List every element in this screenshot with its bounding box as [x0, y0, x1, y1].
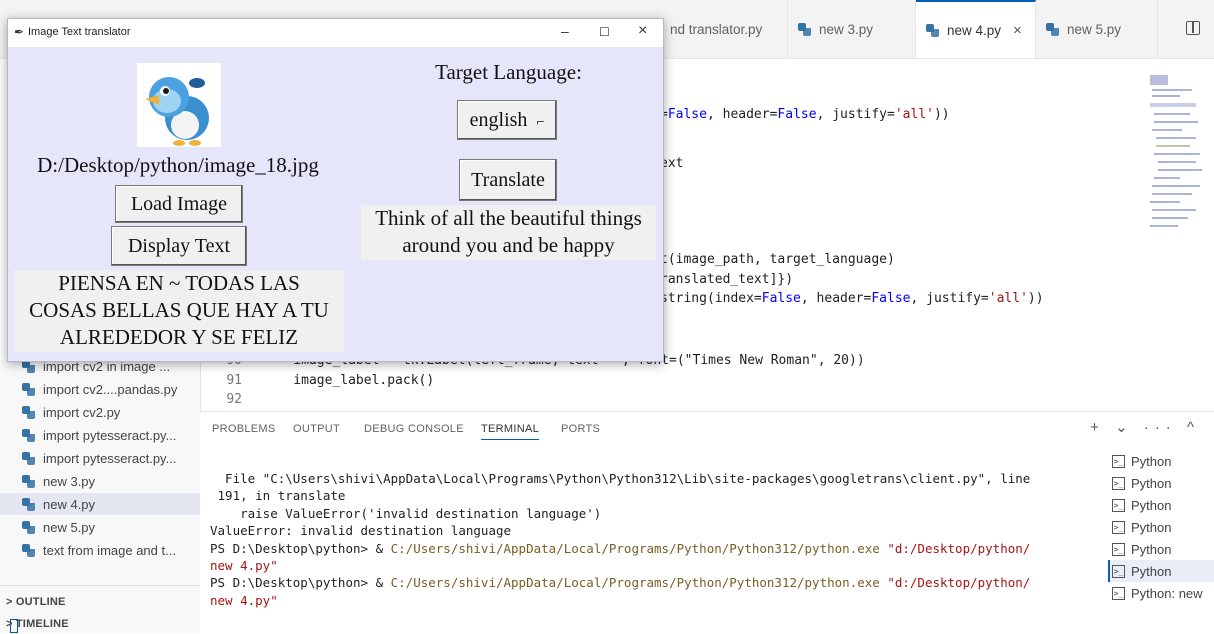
- python-file-icon: [798, 22, 811, 36]
- divider: [0, 585, 200, 586]
- tab-translator[interactable]: nd translator.py: [660, 0, 788, 58]
- tab-ports[interactable]: PORTS: [561, 423, 600, 435]
- image-path-label: D:/Desktop/python/image_18.jpg: [37, 153, 319, 177]
- feather-icon: ✒: [14, 25, 25, 39]
- terminal-icon: >_: [1112, 520, 1125, 534]
- tab-terminal[interactable]: TERMINAL: [481, 423, 540, 440]
- file-item[interactable]: new 5.py: [22, 516, 95, 538]
- minimize-button[interactable]: –: [561, 23, 569, 39]
- tab-problems[interactable]: PROBLEMS: [212, 423, 276, 435]
- tab-label: new 4.py: [947, 22, 1002, 38]
- line-number: 92: [226, 392, 242, 407]
- file-item[interactable]: import cv2....pandas.py: [22, 378, 177, 400]
- python-file-icon: [22, 428, 35, 442]
- tab-label: nd translator.py: [670, 21, 763, 37]
- display-text-button[interactable]: Display Text: [111, 226, 247, 266]
- terminal-item[interactable]: >_ Python: new: [1108, 582, 1214, 604]
- dropdown-indicator-icon: ⌐: [536, 115, 545, 130]
- terminal-item[interactable]: >_ Python: [1108, 450, 1214, 472]
- python-file-icon: [22, 497, 35, 511]
- panel-actions[interactable]: + ⌄ ··· ^: [1090, 418, 1200, 436]
- tab-new-3[interactable]: new 3.py: [788, 0, 916, 58]
- code-line: t(image_path, target_language): [660, 252, 895, 267]
- outline-section[interactable]: > OUTLINE: [6, 596, 66, 608]
- python-file-icon: [22, 382, 35, 396]
- explorer-sidebar: import cv2 in image ... import cv2....pa…: [0, 359, 201, 633]
- python-file-icon: [926, 23, 939, 37]
- terminal-icon: >_: [1112, 498, 1125, 512]
- target-language-label: Target Language:: [435, 60, 582, 84]
- code-line: image_label.pack(): [262, 373, 435, 388]
- window-title: Image Text translator: [28, 26, 131, 38]
- terminal-item[interactable]: >_ Python: [1108, 472, 1214, 494]
- file-item[interactable]: import pytesseract.py...: [22, 447, 176, 469]
- bottom-panel: PROBLEMS OUTPUT DEBUG CONSOLE TERMINAL P…: [200, 411, 1214, 634]
- terminal-item-selected[interactable]: >_ Python: [1108, 560, 1214, 582]
- language-dropdown[interactable]: english ⌐: [457, 100, 557, 140]
- extracted-text-label: PIENSA EN ~ TODAS LAS COSAS BELLAS QUE H…: [14, 270, 344, 352]
- file-item[interactable]: new 3.py: [22, 470, 95, 492]
- code-line: =False, header=False, justify='all')): [660, 107, 950, 122]
- code-line: string(index=False, header=False, justif…: [660, 291, 1044, 306]
- language-value: english: [469, 109, 528, 131]
- window-titlebar[interactable]: ✒ Image Text translator – ☐ ×: [8, 19, 663, 47]
- python-file-icon: [22, 520, 35, 534]
- close-button[interactable]: ×: [638, 22, 647, 40]
- file-item-selected[interactable]: new 4.py: [0, 493, 200, 515]
- terminal-cursor: [10, 619, 18, 633]
- translate-button[interactable]: Translate: [459, 159, 557, 201]
- maximize-button[interactable]: ☐: [599, 25, 610, 39]
- file-item[interactable]: import cv2.py: [22, 401, 120, 423]
- tab-new-4[interactable]: new 4.py ×: [916, 0, 1036, 58]
- tab-label: new 3.py: [819, 21, 874, 37]
- line-number: 91: [226, 373, 242, 388]
- penguin-image: [145, 77, 209, 146]
- tab-new-5[interactable]: new 5.py: [1036, 0, 1158, 58]
- terminal-list: >_ Python >_ Python >_ Python >_ Python >_ Py…: [1108, 450, 1214, 604]
- tab-debug-console[interactable]: DEBUG CONSOLE: [364, 423, 464, 435]
- python-file-icon: [22, 405, 35, 419]
- python-file-icon: [22, 451, 35, 465]
- file-item[interactable]: import pytesseract.py...: [22, 424, 176, 446]
- tab-output[interactable]: OUTPUT: [293, 423, 340, 435]
- tab-label: new 5.py: [1067, 21, 1122, 37]
- terminal-icon: >_: [1112, 454, 1125, 468]
- python-file-icon: [22, 474, 35, 488]
- terminal-icon: >_: [1112, 586, 1125, 600]
- close-icon[interactable]: ×: [1013, 22, 1022, 39]
- terminal-item[interactable]: >_ Python: [1108, 494, 1214, 516]
- chevron-right-icon: >: [6, 596, 13, 608]
- terminal-item[interactable]: >_ Python: [1108, 538, 1214, 560]
- terminal-output[interactable]: File "C:\Users\shivi\AppData\Local\Progr…: [210, 470, 1090, 609]
- code-line: ranslated_text]}): [660, 272, 794, 287]
- file-item[interactable]: text from image and t...: [22, 539, 176, 561]
- python-file-icon: [1046, 22, 1059, 36]
- image-text-translator-window: ✒ Image Text translator – ☐ × D:/Desktop…: [7, 18, 664, 362]
- minimap[interactable]: [1150, 71, 1202, 241]
- terminal-icon: >_: [1112, 542, 1125, 556]
- translated-text-label: Think of all the beautiful things around…: [361, 205, 656, 260]
- python-file-icon: [22, 543, 35, 557]
- terminal-icon: >_: [1112, 564, 1125, 578]
- split-editor-icon[interactable]: [1186, 21, 1200, 35]
- terminal-item[interactable]: >_ Python: [1108, 516, 1214, 538]
- load-image-button[interactable]: Load Image: [115, 185, 243, 223]
- loaded-image: [137, 63, 221, 147]
- terminal-icon: >_: [1112, 476, 1125, 490]
